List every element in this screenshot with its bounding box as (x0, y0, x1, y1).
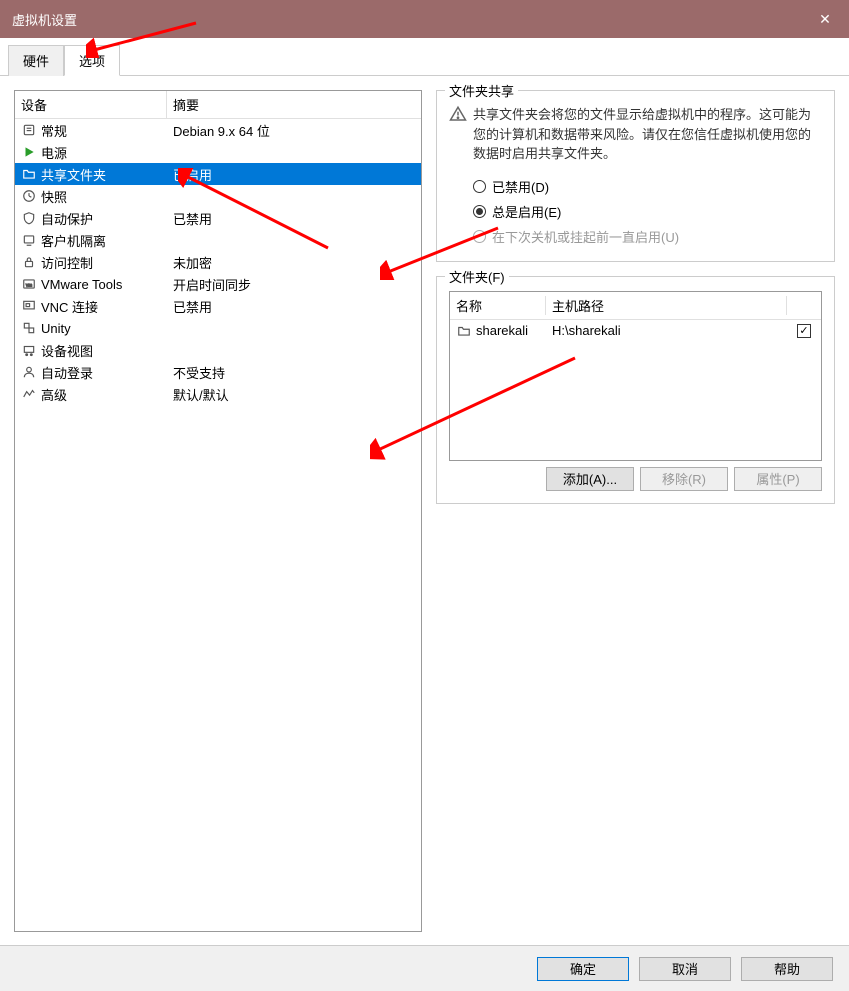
properties-button[interactable]: 属性(P) (734, 467, 822, 491)
unity-icon (21, 320, 37, 336)
list-row[interactable]: 高级 默认/默认 (15, 383, 421, 405)
radio-until-label: 在下次关机或挂起前一直启用(U) (492, 227, 679, 246)
header-summary: 摘要 (167, 91, 421, 118)
folder-icon (21, 166, 37, 182)
settings-icon (21, 122, 37, 138)
radio-icon (473, 205, 486, 218)
radio-disabled-label: 已禁用(D) (492, 177, 549, 196)
folder-header-host: 主机路径 (546, 296, 787, 315)
list-row-summary: 默认/默认 (167, 385, 421, 404)
warning-text: 共享文件夹会将您的文件显示给虚拟机中的程序。这可能为您的计算机和数据带来风险。请… (473, 105, 822, 164)
advanced-icon (21, 386, 37, 402)
list-row-summary: 开启时间同步 (167, 275, 421, 294)
dialog-footer: 确定 取消 帮助 (0, 945, 849, 991)
settings-list: 设备 摘要 常规Debian 9.x 64 位电源共享文件夹已启用快照自动保护已… (14, 90, 422, 932)
close-icon: ✕ (819, 11, 831, 28)
window-title: 虚拟机设置 (12, 10, 77, 29)
list-row-label: VMware Tools (41, 277, 122, 292)
lock-icon (21, 254, 37, 270)
list-row-summary: 已启用 (167, 165, 421, 184)
folder-sharing-title: 文件夹共享 (445, 81, 518, 100)
titlebar: 虚拟机设置 ✕ (0, 0, 849, 38)
list-row[interactable]: 自动保护 已禁用 (15, 207, 421, 229)
list-header: 设备 摘要 (15, 91, 421, 119)
folder-table: 名称 主机路径 sharekali H:\sharekali ✓ (449, 291, 822, 461)
folder-header-name: 名称 (450, 296, 546, 315)
list-row-label: 高级 (41, 385, 67, 404)
list-row-label: 客户机隔离 (41, 231, 106, 250)
cancel-button-label: 取消 (672, 959, 698, 978)
folders-group: 文件夹(F) 名称 主机路径 sharekaliH:\sharekali✓ 添加… (436, 276, 835, 504)
radio-always-enabled[interactable]: 总是启用(E) (473, 199, 822, 224)
list-row-label: 常规 (41, 121, 67, 140)
folder-enabled-checkbox[interactable]: ✓ (797, 324, 811, 338)
properties-button-label: 属性(P) (756, 469, 799, 488)
tab-options-label: 选项 (79, 54, 105, 69)
vnc-icon (21, 298, 37, 314)
ok-button-label: 确定 (570, 959, 596, 978)
list-row[interactable]: 电源 (15, 141, 421, 163)
radio-disabled[interactable]: 已禁用(D) (473, 174, 822, 199)
folder-row[interactable]: sharekali H:\sharekali ✓ (450, 320, 821, 342)
remove-button-label: 移除(R) (662, 469, 706, 488)
add-button-label: 添加(A)... (563, 469, 617, 488)
help-button[interactable]: 帮助 (741, 957, 833, 981)
add-button[interactable]: 添加(A)... (546, 467, 634, 491)
radio-always-label: 总是启用(E) (492, 202, 561, 221)
list-row[interactable]: Unity (15, 317, 421, 339)
close-button[interactable]: ✕ (801, 0, 849, 38)
help-button-label: 帮助 (774, 959, 800, 978)
login-icon (21, 364, 37, 380)
list-row[interactable]: 设备视图 (15, 339, 421, 361)
list-row[interactable]: vm VMware Tools 开启时间同步 (15, 273, 421, 295)
radio-icon (473, 230, 486, 243)
warning-icon (449, 105, 467, 164)
tab-bar: 硬件 选项 (0, 38, 849, 76)
list-row[interactable]: 共享文件夹 已启用 (15, 163, 421, 185)
list-row[interactable]: 自动登录 不受支持 (15, 361, 421, 383)
list-row-summary: Debian 9.x 64 位 (167, 121, 421, 140)
radio-until-shutdown: 在下次关机或挂起前一直启用(U) (473, 224, 822, 249)
list-row-label: 电源 (41, 143, 67, 162)
list-row-summary: 已禁用 (167, 209, 421, 228)
list-row[interactable]: VNC 连接 已禁用 (15, 295, 421, 317)
folder-host-path: H:\sharekali (546, 323, 787, 338)
tab-hardware[interactable]: 硬件 (8, 45, 64, 76)
list-row-label: Unity (41, 321, 71, 336)
list-row[interactable]: 访问控制 未加密 (15, 251, 421, 273)
list-row[interactable]: 常规 Debian 9.x 64 位 (15, 119, 421, 141)
list-row-label: 设备视图 (41, 341, 93, 360)
folders-title: 文件夹(F) (445, 267, 509, 286)
list-row-label: 共享文件夹 (41, 165, 106, 184)
vm-icon: vm (21, 276, 37, 292)
cancel-button[interactable]: 取消 (639, 957, 731, 981)
list-row[interactable]: 快照 (15, 185, 421, 207)
clock-icon (21, 188, 37, 204)
radio-icon (473, 180, 486, 193)
header-device: 设备 (15, 91, 167, 118)
folder-name: sharekali (476, 323, 528, 338)
shield-icon (21, 210, 37, 226)
list-row-label: 快照 (41, 187, 67, 206)
list-row-summary: 不受支持 (167, 363, 421, 382)
list-row-summary: 未加密 (167, 253, 421, 272)
list-row-label: VNC 连接 (41, 297, 98, 316)
svg-text:vm: vm (26, 282, 32, 287)
tab-options[interactable]: 选项 (64, 45, 120, 76)
folder-table-header: 名称 主机路径 (450, 292, 821, 320)
tab-hardware-label: 硬件 (23, 54, 49, 69)
device-icon (21, 342, 37, 358)
folder-icon (456, 323, 472, 339)
guest-icon (21, 232, 37, 248)
list-row-summary: 已禁用 (167, 297, 421, 316)
list-row-label: 自动登录 (41, 363, 93, 382)
list-row-label: 自动保护 (41, 209, 93, 228)
list-row-label: 访问控制 (41, 253, 93, 272)
folder-sharing-group: 文件夹共享 共享文件夹会将您的文件显示给虚拟机中的程序。这可能为您的计算机和数据… (436, 90, 835, 262)
list-row[interactable]: 客户机隔离 (15, 229, 421, 251)
power-icon (21, 144, 37, 160)
remove-button[interactable]: 移除(R) (640, 467, 728, 491)
ok-button[interactable]: 确定 (537, 957, 629, 981)
